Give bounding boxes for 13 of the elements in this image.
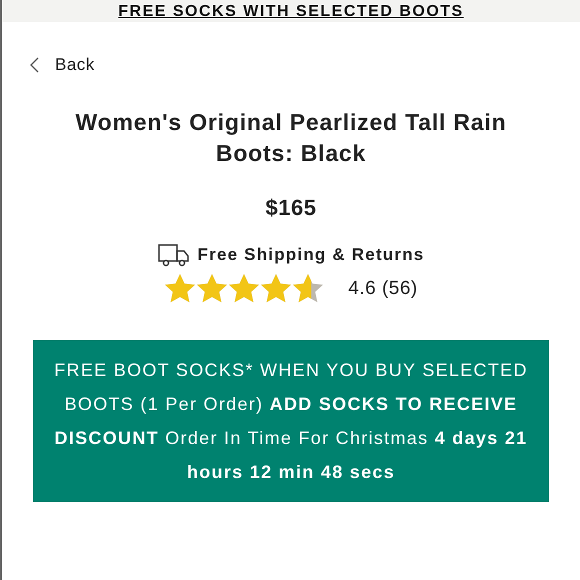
chevron-left-icon — [30, 56, 39, 73]
star-icon — [260, 273, 292, 304]
star-icon — [292, 273, 324, 304]
product-price: $165 — [266, 194, 316, 222]
product-title: Women's Original Pearlized Tall Rain Boots: Black — [74, 108, 508, 168]
offer-banner: FREE BOOT SOCKS* WHEN YOU BUY SELECTED BOOTS (1 Per Order) ADD SOCKS TO RECEIVE DISCOUNT Order In Time For Christmas 4 days 21 hours 12 min 48 secs — [33, 340, 549, 502]
rating-text: 4.6 (56) — [348, 276, 418, 300]
truck-icon — [158, 242, 190, 266]
star-icon — [196, 273, 228, 304]
shipping-text: Free Shipping & Returns — [198, 244, 424, 266]
back-link[interactable]: Back — [30, 52, 95, 78]
star-icon — [228, 273, 260, 304]
star-icon — [164, 273, 196, 304]
